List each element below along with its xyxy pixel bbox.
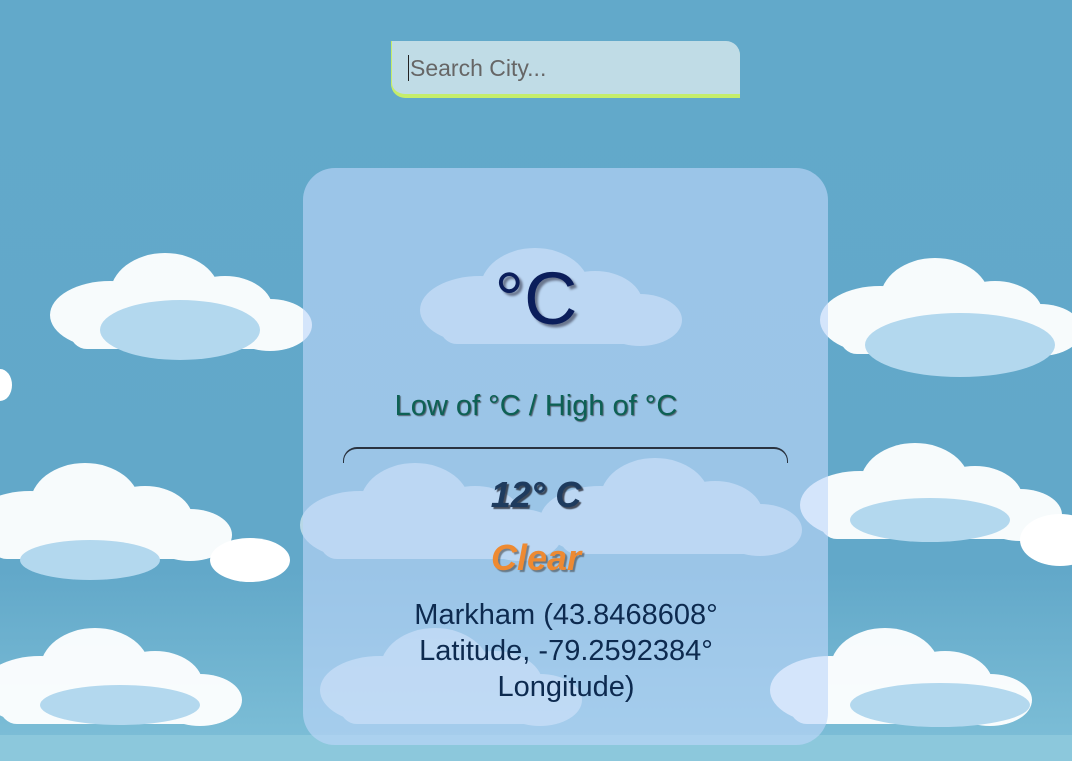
search-input[interactable] (392, 41, 740, 94)
weather-condition: Clear (490, 537, 582, 578)
divider (343, 447, 788, 463)
location-coordinates: Markham (43.8468608° Latitude, -79.25923… (414, 599, 718, 703)
search-bar[interactable] (391, 41, 740, 97)
temperature-range: Low of °C / High of °C (394, 390, 678, 422)
temperature-display: °C (494, 257, 578, 340)
text-caret (408, 55, 409, 81)
current-temperature: 12° C (490, 474, 582, 515)
